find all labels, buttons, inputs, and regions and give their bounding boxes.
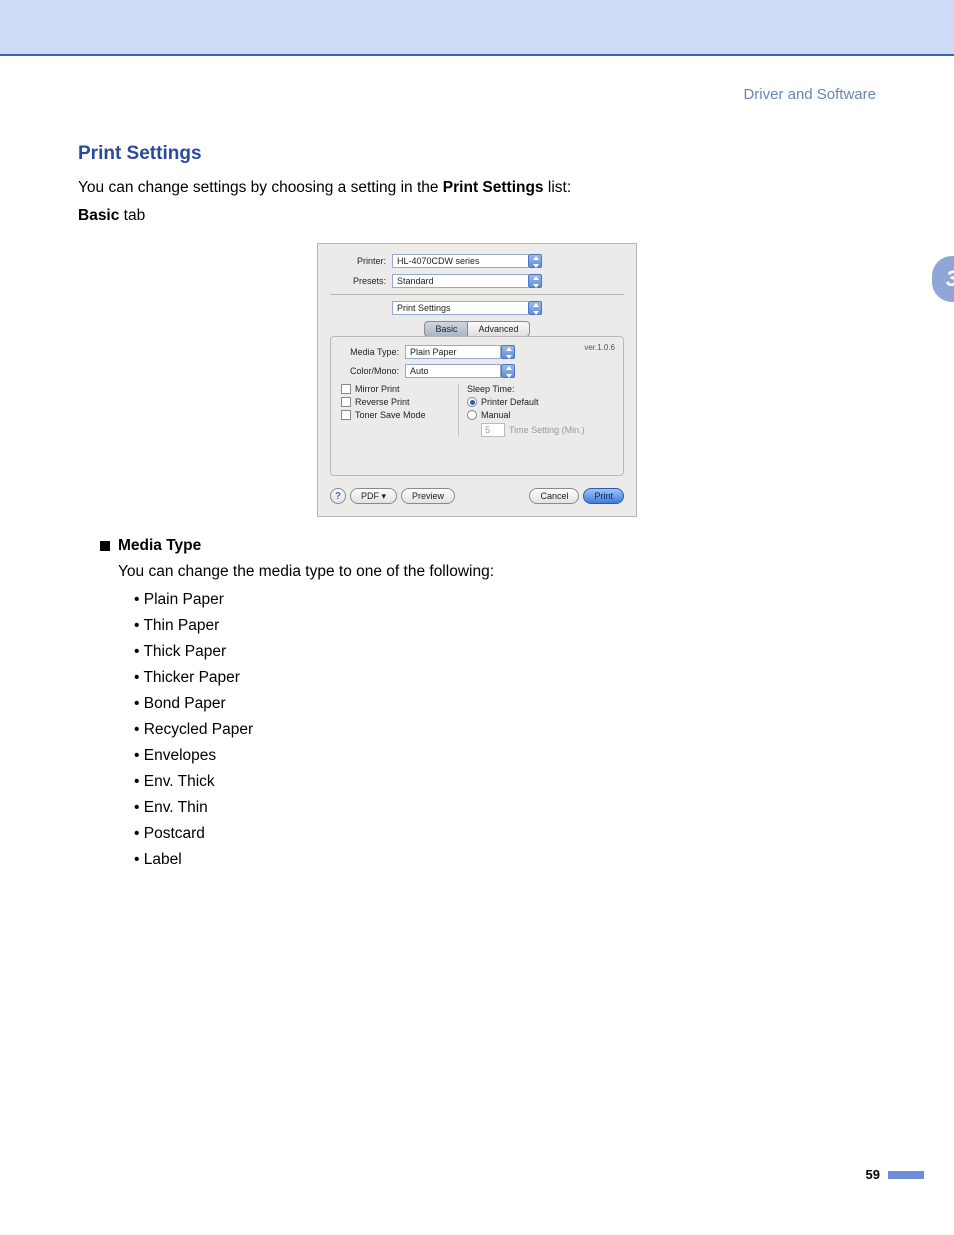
page-title: Print Settings (78, 143, 876, 165)
mirror-print-checkbox[interactable]: Mirror Print (341, 384, 452, 394)
tabs: Basic Advanced (330, 321, 624, 337)
printer-row: Printer: HL-4070CDW series (330, 254, 624, 268)
dialog-separator (330, 294, 624, 295)
subhead-bold: Basic (78, 207, 119, 224)
intro-text: You can change settings by choosing a se… (78, 179, 876, 197)
toner-save-label: Toner Save Mode (355, 410, 426, 420)
running-header: Driver and Software (78, 86, 876, 103)
right-column: Sleep Time: Printer Default Manual 5 Tim… (467, 384, 613, 437)
list-item: Thicker Paper (134, 669, 876, 687)
time-unit-label: Time Setting (Min.) (509, 425, 585, 435)
subhead: Basic tab (78, 207, 876, 225)
version-text: ver.1.0.6 (584, 343, 615, 352)
radio-off-icon (467, 410, 477, 420)
page-number: 59 (866, 1167, 880, 1182)
intro-prefix: You can change settings by choosing a se… (78, 179, 443, 196)
pdf-button[interactable]: PDF ▾ (350, 488, 397, 504)
media-type-row: Media Type: Plain Paper (341, 345, 613, 359)
time-value-input[interactable]: 5 (481, 423, 505, 437)
dialog-buttons-right: Cancel Print (529, 488, 624, 504)
top-band (0, 0, 954, 56)
dialog-figure: Printer: HL-4070CDW series Presets: Stan… (78, 243, 876, 517)
list-item: Postcard (134, 825, 876, 843)
list-item: Env. Thick (134, 773, 876, 791)
list-item: Envelopes (134, 747, 876, 765)
toner-save-checkbox[interactable]: Toner Save Mode (341, 410, 452, 420)
intro-suffix: list: (544, 179, 572, 196)
checkbox-icon (341, 384, 351, 394)
tab-advanced[interactable]: Advanced (468, 321, 529, 337)
list-item: Recycled Paper (134, 721, 876, 739)
dropdown-arrows-icon[interactable] (528, 301, 542, 315)
color-mono-row: Color/Mono: Auto (341, 364, 613, 378)
presets-label: Presets: (330, 276, 392, 286)
time-setting-row: 5 Time Setting (Min.) (481, 423, 613, 437)
dropdown-arrows-icon[interactable] (528, 274, 542, 288)
chapter-tab: 3 (932, 256, 954, 302)
list-item: Thick Paper (134, 643, 876, 661)
list-item: Bond Paper (134, 695, 876, 713)
media-type-heading: Media Type (100, 537, 876, 555)
pane-select[interactable]: Print Settings (392, 301, 528, 315)
checkbox-icon (341, 397, 351, 407)
list-item: Env. Thin (134, 799, 876, 817)
dropdown-arrows-icon[interactable] (528, 254, 542, 268)
print-dialog: Printer: HL-4070CDW series Presets: Stan… (317, 243, 637, 517)
tab-basic[interactable]: Basic (424, 321, 468, 337)
presets-row: Presets: Standard (330, 274, 624, 288)
square-bullet-icon (100, 541, 110, 551)
left-column: Mirror Print Reverse Print Toner Save Mo… (341, 384, 459, 437)
reverse-print-label: Reverse Print (355, 397, 410, 407)
media-type-label: Media Type: (341, 347, 405, 357)
media-type-title: Media Type (118, 537, 201, 555)
presets-select[interactable]: Standard (392, 274, 528, 288)
mirror-print-label: Mirror Print (355, 384, 400, 394)
page-footer: 59 (0, 917, 954, 1202)
help-button[interactable]: ? (330, 488, 346, 504)
media-type-select[interactable]: Plain Paper (405, 345, 501, 359)
color-mono-label: Color/Mono: (341, 366, 405, 376)
preview-button[interactable]: Preview (401, 488, 455, 504)
subhead-suffix: tab (119, 207, 145, 224)
page-content: Driver and Software 3 Print Settings You… (0, 56, 954, 917)
sleep-time-label: Sleep Time: (467, 384, 613, 394)
sleep-default-label: Printer Default (481, 397, 539, 407)
print-button[interactable]: Print (583, 488, 624, 504)
list-item: Label (134, 851, 876, 869)
dialog-buttons-left: ? PDF ▾ Preview (330, 488, 455, 504)
options-columns: Mirror Print Reverse Print Toner Save Mo… (341, 384, 613, 437)
checkbox-icon (341, 410, 351, 420)
pane-row: Print Settings (330, 301, 624, 315)
radio-on-icon (467, 397, 477, 407)
cancel-button[interactable]: Cancel (529, 488, 579, 504)
dialog-buttons: ? PDF ▾ Preview Cancel Print (330, 488, 624, 504)
dropdown-arrows-icon[interactable] (501, 345, 515, 359)
media-type-options: Plain Paper Thin Paper Thick Paper Thick… (134, 591, 876, 869)
media-type-desc: You can change the media type to one of … (118, 563, 876, 581)
printer-label: Printer: (330, 256, 392, 266)
reverse-print-checkbox[interactable]: Reverse Print (341, 397, 452, 407)
list-item: Plain Paper (134, 591, 876, 609)
color-mono-select[interactable]: Auto (405, 364, 501, 378)
sleep-manual-label: Manual (481, 410, 511, 420)
basic-panel: ver.1.0.6 Media Type: Plain Paper Color/… (330, 336, 624, 476)
printer-select[interactable]: HL-4070CDW series (392, 254, 528, 268)
sleep-manual-radio[interactable]: Manual (467, 410, 613, 420)
list-item: Thin Paper (134, 617, 876, 635)
sleep-default-radio[interactable]: Printer Default (467, 397, 613, 407)
page-bar-icon (888, 1171, 924, 1179)
intro-bold: Print Settings (443, 179, 544, 196)
dropdown-arrows-icon[interactable] (501, 364, 515, 378)
